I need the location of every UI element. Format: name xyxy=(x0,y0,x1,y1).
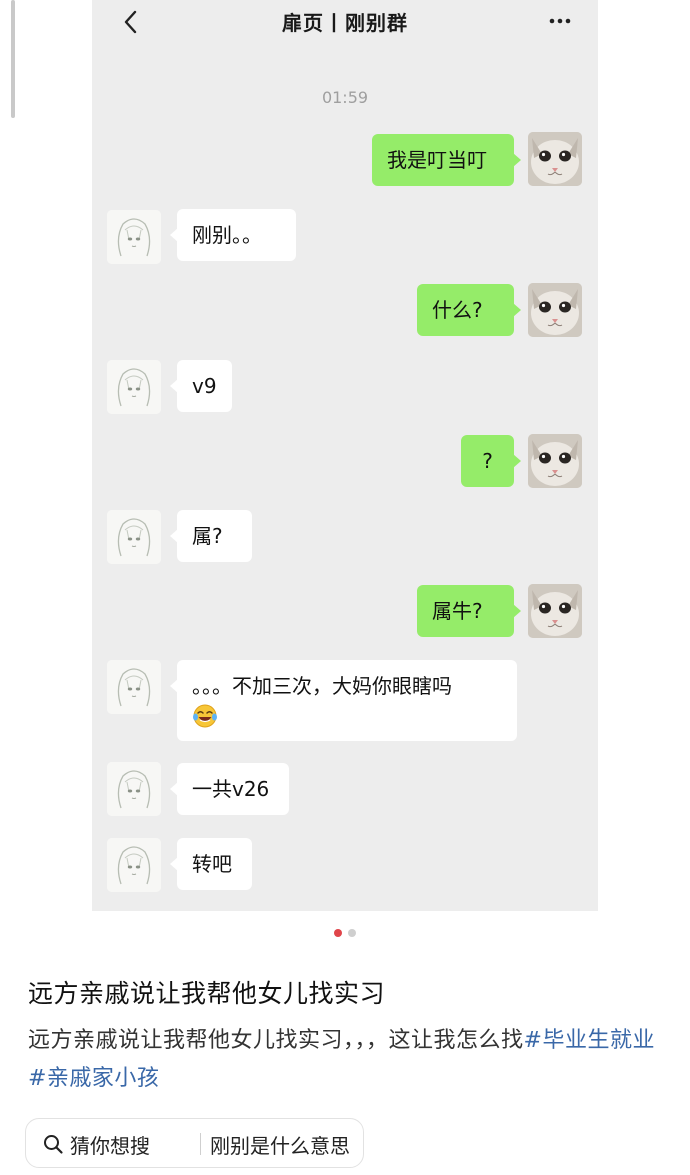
pager-dot-active[interactable] xyxy=(334,929,342,937)
anime-girl-avatar[interactable] xyxy=(107,838,161,892)
cat-avatar[interactable] xyxy=(528,584,582,638)
message-bubble-outgoing[interactable]: ? xyxy=(461,435,521,487)
post-body: 远方亲戚说让我帮他女儿找实习，，，这让我怎么找#毕业生就业 #亲戚家小孩 xyxy=(28,1022,668,1098)
chat-screenshot[interactable]: 扉页丨刚别群 01:59 我是叮当叮 刚别。。 什么? v9 ? 属? 属牛? … xyxy=(92,0,598,911)
cat-face-icon xyxy=(528,434,582,488)
anime-girl-avatar[interactable] xyxy=(107,210,161,264)
anime-girl-avatar[interactable] xyxy=(107,510,161,564)
anime-girl-avatar[interactable] xyxy=(107,660,161,714)
chat-title: 扉页丨刚别群 xyxy=(282,11,408,35)
message-bubble-incoming[interactable]: 转吧 xyxy=(170,838,252,890)
message-bubble-outgoing[interactable]: 什么? xyxy=(417,284,521,336)
hashtag-link[interactable]: #亲戚家小孩 xyxy=(28,1066,159,1091)
hashtag-link[interactable]: #毕业生就业 xyxy=(524,1028,655,1053)
pager-dot[interactable] xyxy=(348,929,356,937)
message-timestamp: 01:59 xyxy=(321,88,369,107)
message-bubble-incoming[interactable]: 属? xyxy=(170,510,252,562)
message-bubble-outgoing[interactable]: 属牛? xyxy=(417,585,521,637)
search-prefix-label: 猜你想搜 xyxy=(70,1134,150,1158)
sketch-girl-icon xyxy=(107,360,161,414)
anime-girl-avatar[interactable] xyxy=(107,762,161,816)
search-suggestion-text[interactable]: 刚别是什么意思 xyxy=(210,1130,350,1159)
page-scroll-indicator xyxy=(11,0,15,118)
sketch-girl-icon xyxy=(107,660,161,714)
message-bubble-incoming[interactable]: v9 xyxy=(170,360,232,412)
cat-face-icon xyxy=(528,283,582,337)
cat-avatar[interactable] xyxy=(528,434,582,488)
post-body-text: 远方亲戚说让我帮他女儿找实习，，，这让我怎么找 xyxy=(28,1028,524,1053)
message-bubble-incoming[interactable]: 刚别。。 xyxy=(170,209,296,261)
sketch-girl-icon xyxy=(107,210,161,264)
chat-nav-bar: 扉页丨刚别群 xyxy=(92,0,598,44)
anime-girl-avatar[interactable] xyxy=(107,360,161,414)
message-bubble-outgoing[interactable]: 我是叮当叮 xyxy=(372,134,521,186)
post-title: 远方亲戚说让我帮他女儿找实习 xyxy=(28,979,386,1008)
suggested-search-chip[interactable]: 猜你想搜 刚别是什么意思 xyxy=(25,1118,364,1168)
more-options-icon[interactable] xyxy=(546,10,574,32)
cat-avatar[interactable] xyxy=(528,132,582,186)
message-bubble-incoming[interactable]: 一共v26 xyxy=(170,763,289,815)
sketch-girl-icon xyxy=(107,838,161,892)
message-text: 。。。不加三次，大妈你眼瞎吗 xyxy=(192,674,452,698)
cat-face-icon xyxy=(528,132,582,186)
message-bubble-incoming-long[interactable]: 。。。不加三次，大妈你眼瞎吗 xyxy=(170,660,517,741)
cat-avatar[interactable] xyxy=(528,283,582,337)
search-icon xyxy=(44,1135,63,1154)
cat-face-icon xyxy=(528,584,582,638)
sketch-girl-icon xyxy=(107,762,161,816)
sketch-girl-icon xyxy=(107,510,161,564)
laughing-tears-emoji-icon xyxy=(193,704,217,727)
divider xyxy=(200,1133,201,1155)
